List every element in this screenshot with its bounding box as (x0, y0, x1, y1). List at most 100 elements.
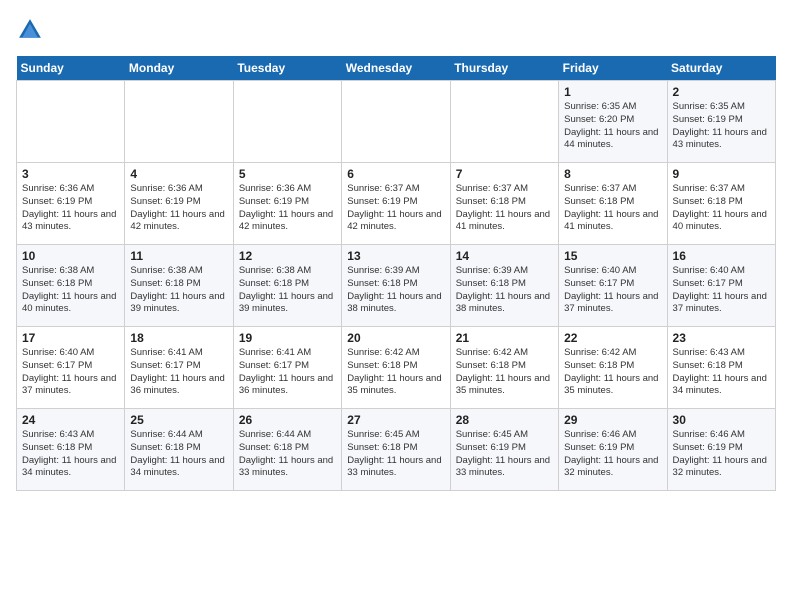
calendar-cell (233, 81, 341, 163)
day-number: 15 (564, 249, 661, 263)
cell-info: Sunrise: 6:37 AM Sunset: 6:18 PM Dayligh… (456, 183, 553, 234)
day-header-tuesday: Tuesday (233, 56, 341, 81)
calendar-cell: 25 Sunrise: 6:44 AM Sunset: 6:18 PM Dayli… (125, 409, 233, 491)
cell-info: Sunrise: 6:45 AM Sunset: 6:18 PM Dayligh… (347, 429, 444, 480)
cell-info: Sunrise: 6:42 AM Sunset: 6:18 PM Dayligh… (347, 347, 444, 398)
cell-info: Sunrise: 6:39 AM Sunset: 6:18 PM Dayligh… (347, 265, 444, 316)
calendar-cell: 3 Sunrise: 6:36 AM Sunset: 6:19 PM Daylig… (17, 163, 125, 245)
cell-info: Sunrise: 6:46 AM Sunset: 6:19 PM Dayligh… (564, 429, 661, 480)
cell-info: Sunrise: 6:37 AM Sunset: 6:19 PM Dayligh… (347, 183, 444, 234)
day-number: 7 (456, 167, 553, 181)
day-number: 24 (22, 413, 119, 427)
calendar-cell (125, 81, 233, 163)
calendar-cell: 5 Sunrise: 6:36 AM Sunset: 6:19 PM Daylig… (233, 163, 341, 245)
calendar-cell: 24Sunrise: 6:43 AM Sunset: 6:18 PM Dayli… (17, 409, 125, 491)
calendar-cell: 21 Sunrise: 6:42 AM Sunset: 6:18 PM Dayli… (450, 327, 558, 409)
calendar-cell: 10 Sunrise: 6:38 AM Sunset: 6:18 PM Dayli… (17, 245, 125, 327)
day-number: 25 (130, 413, 227, 427)
day-number: 3 (22, 167, 119, 181)
cell-info: Sunrise: 6:41 AM Sunset: 6:17 PM Dayligh… (239, 347, 336, 398)
day-number: 21 (456, 331, 553, 345)
cell-info: Sunrise: 6:43 AM Sunset: 6:18 PM Dayligh… (673, 347, 770, 398)
calendar-week-1: 1Sunrise: 6:35 AM Sunset: 6:20 PM Daylig… (17, 81, 776, 163)
cell-info: Sunrise: 6:45 AM Sunset: 6:19 PM Dayligh… (456, 429, 553, 480)
calendar-cell: 4 Sunrise: 6:36 AM Sunset: 6:19 PM Daylig… (125, 163, 233, 245)
day-number: 9 (673, 167, 770, 181)
cell-info: Sunrise: 6:40 AM Sunset: 6:17 PM Dayligh… (564, 265, 661, 316)
cell-info: Sunrise: 6:44 AM Sunset: 6:18 PM Dayligh… (239, 429, 336, 480)
day-number: 6 (347, 167, 444, 181)
calendar-cell: 19 Sunrise: 6:41 AM Sunset: 6:17 PM Dayli… (233, 327, 341, 409)
cell-info: Sunrise: 6:36 AM Sunset: 6:19 PM Dayligh… (239, 183, 336, 234)
day-number: 12 (239, 249, 336, 263)
day-number: 23 (673, 331, 770, 345)
cell-info: Sunrise: 6:46 AM Sunset: 6:19 PM Dayligh… (673, 429, 770, 480)
calendar-week-5: 24Sunrise: 6:43 AM Sunset: 6:18 PM Dayli… (17, 409, 776, 491)
calendar-cell: 17 Sunrise: 6:40 AM Sunset: 6:17 PM Dayli… (17, 327, 125, 409)
day-header-saturday: Saturday (667, 56, 775, 81)
calendar-cell: 7 Sunrise: 6:37 AM Sunset: 6:18 PM Daylig… (450, 163, 558, 245)
calendar-cell: 20 Sunrise: 6:42 AM Sunset: 6:18 PM Dayli… (342, 327, 450, 409)
day-header-friday: Friday (559, 56, 667, 81)
cell-info: Sunrise: 6:39 AM Sunset: 6:18 PM Dayligh… (456, 265, 553, 316)
calendar-cell: 22 Sunrise: 6:42 AM Sunset: 6:18 PM Dayli… (559, 327, 667, 409)
calendar-cell: 9 Sunrise: 6:37 AM Sunset: 6:18 PM Daylig… (667, 163, 775, 245)
page-header (16, 16, 776, 44)
calendar-cell (450, 81, 558, 163)
calendar-cell: 2Sunrise: 6:35 AM Sunset: 6:19 PM Daylig… (667, 81, 775, 163)
logo-icon (16, 16, 44, 44)
calendar-cell: 8Sunrise: 6:37 AM Sunset: 6:18 PM Daylig… (559, 163, 667, 245)
day-number: 20 (347, 331, 444, 345)
cell-info: Sunrise: 6:38 AM Sunset: 6:18 PM Dayligh… (130, 265, 227, 316)
calendar-cell: 14Sunrise: 6:39 AM Sunset: 6:18 PM Dayli… (450, 245, 558, 327)
cell-info: Sunrise: 6:38 AM Sunset: 6:18 PM Dayligh… (239, 265, 336, 316)
calendar-cell: 11 Sunrise: 6:38 AM Sunset: 6:18 PM Dayli… (125, 245, 233, 327)
day-header-thursday: Thursday (450, 56, 558, 81)
calendar-cell (17, 81, 125, 163)
day-number: 8 (564, 167, 661, 181)
cell-info: Sunrise: 6:36 AM Sunset: 6:19 PM Dayligh… (22, 183, 119, 234)
day-number: 29 (564, 413, 661, 427)
calendar-cell (342, 81, 450, 163)
cell-info: Sunrise: 6:42 AM Sunset: 6:18 PM Dayligh… (564, 347, 661, 398)
cell-info: Sunrise: 6:38 AM Sunset: 6:18 PM Dayligh… (22, 265, 119, 316)
calendar-cell: 30 Sunrise: 6:46 AM Sunset: 6:19 PM Dayli… (667, 409, 775, 491)
day-number: 10 (22, 249, 119, 263)
calendar-cell: 18 Sunrise: 6:41 AM Sunset: 6:17 PM Dayli… (125, 327, 233, 409)
day-number: 1 (564, 85, 661, 99)
day-number: 30 (673, 413, 770, 427)
calendar-cell: 26 Sunrise: 6:44 AM Sunset: 6:18 PM Dayli… (233, 409, 341, 491)
day-number: 4 (130, 167, 227, 181)
cell-info: Sunrise: 6:35 AM Sunset: 6:19 PM Dayligh… (673, 101, 770, 152)
day-number: 19 (239, 331, 336, 345)
calendar-cell: 28 Sunrise: 6:45 AM Sunset: 6:19 PM Dayli… (450, 409, 558, 491)
cell-info: Sunrise: 6:37 AM Sunset: 6:18 PM Dayligh… (673, 183, 770, 234)
calendar-table: SundayMondayTuesdayWednesdayThursdayFrid… (16, 56, 776, 491)
cell-info: Sunrise: 6:40 AM Sunset: 6:17 PM Dayligh… (673, 265, 770, 316)
calendar-week-3: 10 Sunrise: 6:38 AM Sunset: 6:18 PM Dayli… (17, 245, 776, 327)
day-number: 26 (239, 413, 336, 427)
cell-info: Sunrise: 6:44 AM Sunset: 6:18 PM Dayligh… (130, 429, 227, 480)
calendar-cell: 29 Sunrise: 6:46 AM Sunset: 6:19 PM Dayli… (559, 409, 667, 491)
day-number: 18 (130, 331, 227, 345)
cell-info: Sunrise: 6:36 AM Sunset: 6:19 PM Dayligh… (130, 183, 227, 234)
day-number: 5 (239, 167, 336, 181)
day-number: 28 (456, 413, 553, 427)
day-number: 16 (673, 249, 770, 263)
calendar-week-4: 17 Sunrise: 6:40 AM Sunset: 6:17 PM Dayli… (17, 327, 776, 409)
calendar-cell: 23 Sunrise: 6:43 AM Sunset: 6:18 PM Dayli… (667, 327, 775, 409)
day-header-wednesday: Wednesday (342, 56, 450, 81)
calendar-cell: 16 Sunrise: 6:40 AM Sunset: 6:17 PM Dayli… (667, 245, 775, 327)
day-header-sunday: Sunday (17, 56, 125, 81)
day-header-monday: Monday (125, 56, 233, 81)
cell-info: Sunrise: 6:40 AM Sunset: 6:17 PM Dayligh… (22, 347, 119, 398)
day-number: 17 (22, 331, 119, 345)
day-number: 13 (347, 249, 444, 263)
calendar-cell: 12 Sunrise: 6:38 AM Sunset: 6:18 PM Dayli… (233, 245, 341, 327)
cell-info: Sunrise: 6:42 AM Sunset: 6:18 PM Dayligh… (456, 347, 553, 398)
day-number: 22 (564, 331, 661, 345)
cell-info: Sunrise: 6:41 AM Sunset: 6:17 PM Dayligh… (130, 347, 227, 398)
day-number: 11 (130, 249, 227, 263)
calendar-cell: 15 Sunrise: 6:40 AM Sunset: 6:17 PM Dayli… (559, 245, 667, 327)
calendar-cell: 1Sunrise: 6:35 AM Sunset: 6:20 PM Daylig… (559, 81, 667, 163)
